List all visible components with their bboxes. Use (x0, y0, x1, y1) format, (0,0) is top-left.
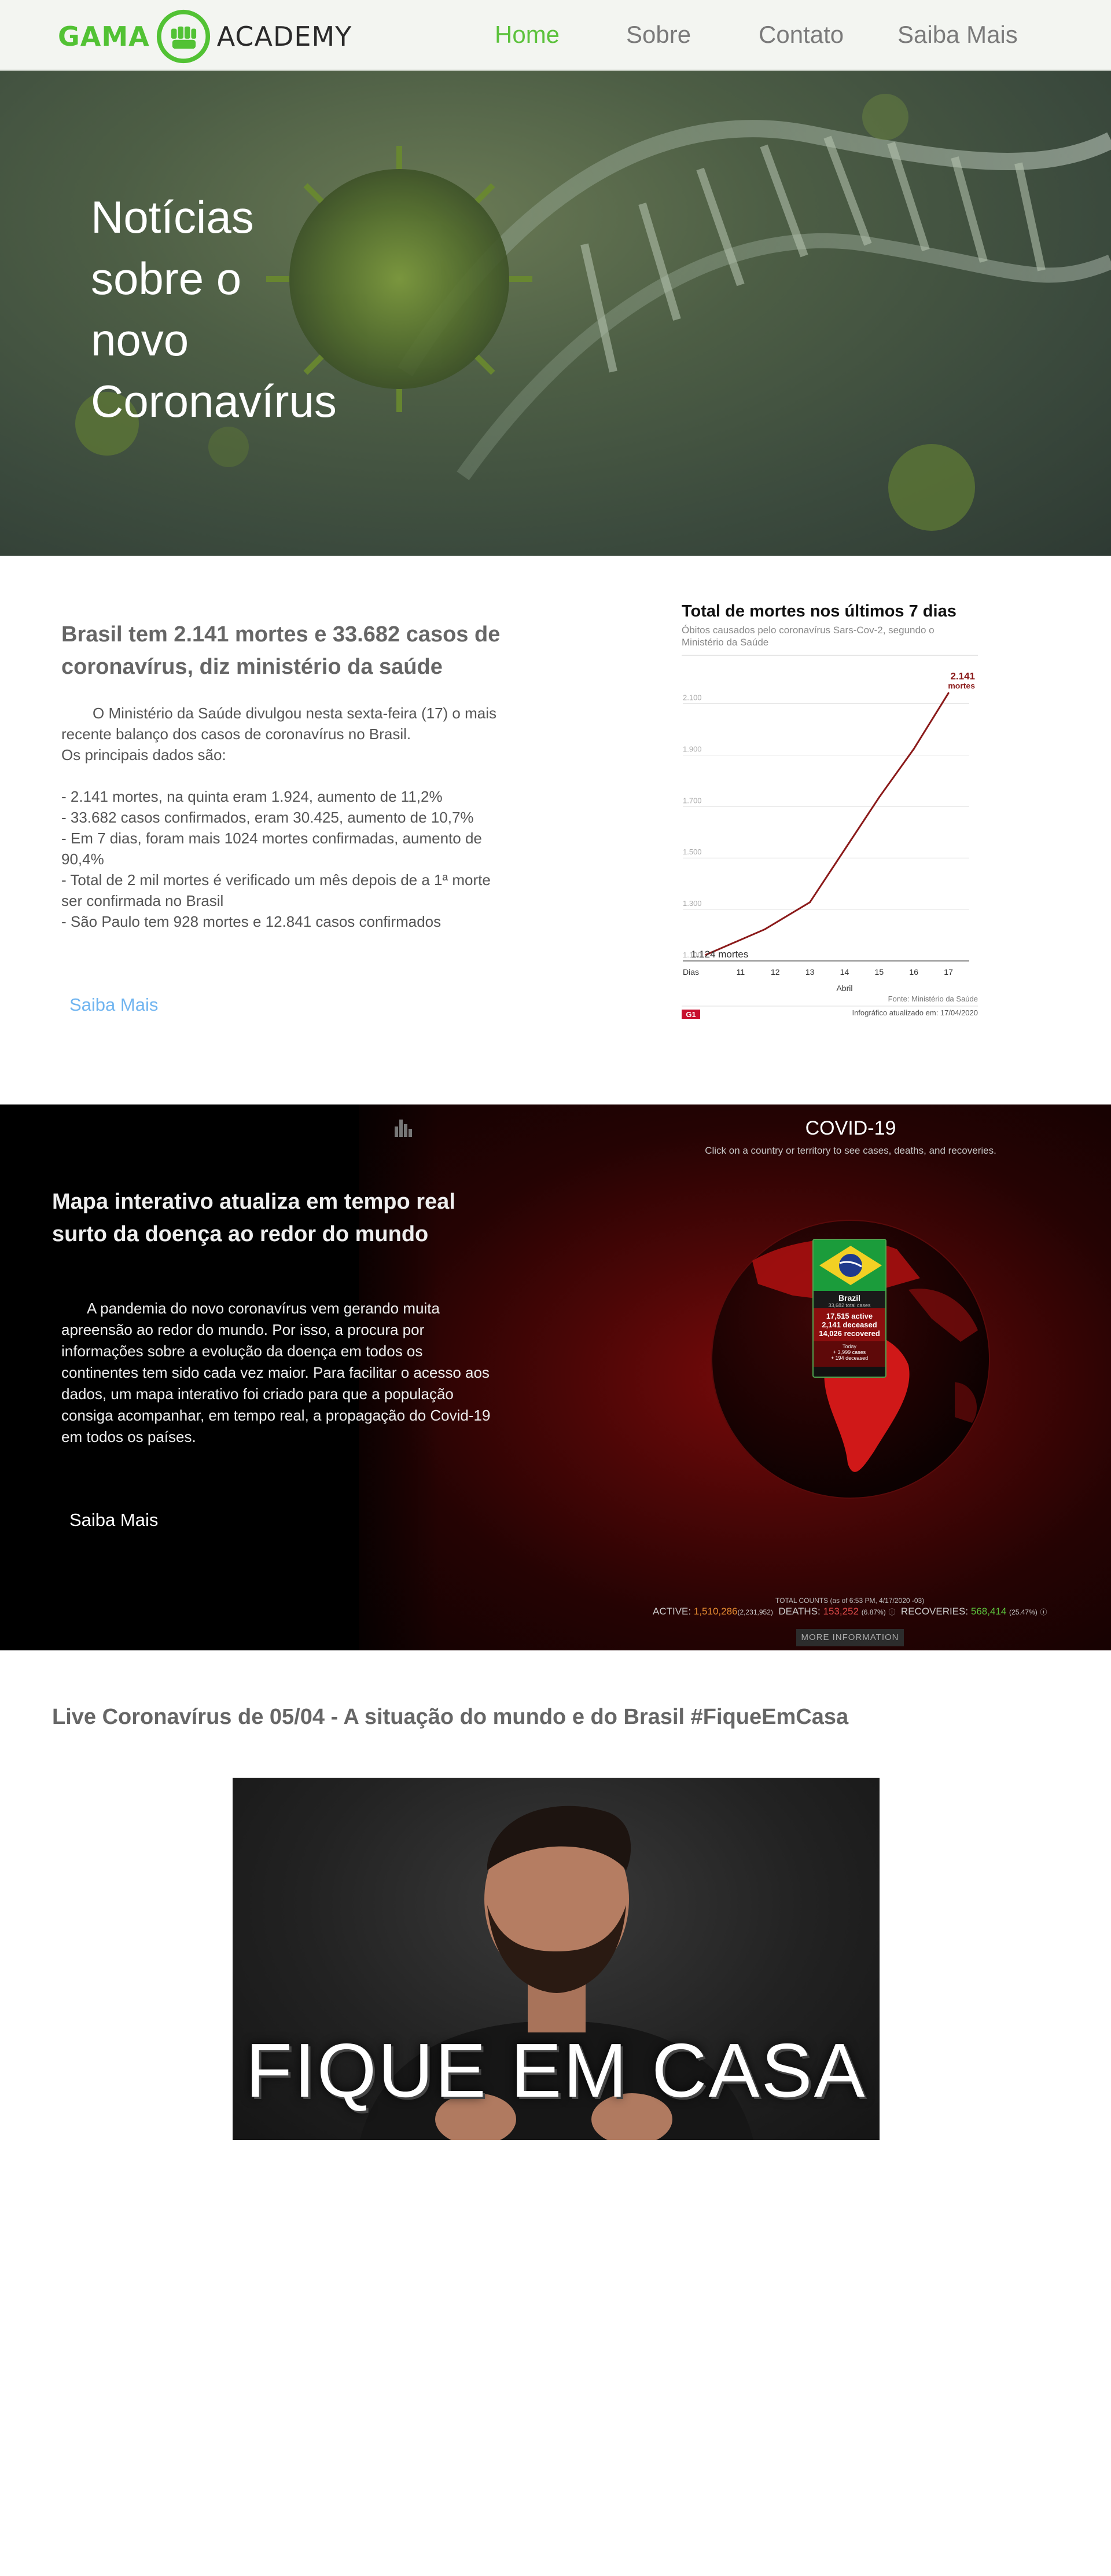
nav-menu: Home Sobre Contato Saiba Mais (0, 21, 1111, 56)
chart-xtick-label: 16 (909, 967, 918, 977)
total-counts: ACTIVE: 1,510,286(2,231,952) DEATHS: 153… (653, 1606, 1047, 1617)
hero-title-line: novo (91, 314, 189, 365)
news-bullet: - São Paulo tem 928 mortes e 12.841 caso… (61, 913, 442, 930)
deaths-pct: (6.87%) (861, 1608, 886, 1616)
chart-ytick-label: 1.700 (683, 796, 702, 805)
popup-active: 17,515 active (826, 1312, 873, 1320)
active-extra: (2,231,952) (737, 1608, 773, 1616)
hero-title-line: Notícias (91, 192, 254, 243)
news-bullet: - Em 7 dias, foram mais 1024 mortes conf… (61, 830, 482, 868)
news-bullet: - 2.141 mortes, na quinta eram 1.924, au… (61, 788, 443, 805)
chart-start-label: 1.124 mortes (691, 949, 748, 960)
map-body: A pandemia do novo coronavírus vem geran… (61, 1300, 491, 1445)
popup-deceased: 2,141 deceased (822, 1320, 877, 1329)
news-body: O Ministério da Saúde divulgou nesta sex… (61, 703, 501, 932)
chart-xlabel: Abril (836, 984, 852, 993)
navbar: GAMA ACADEMY Home Sobre Contato Saiba Ma… (0, 0, 1111, 71)
live-heading: Live Coronavírus de 05/04 - A situação d… (52, 1705, 849, 1729)
bar-chart-icon[interactable] (392, 1116, 415, 1139)
info-icon[interactable]: ⓘ (1040, 1608, 1047, 1616)
chart-x-prefix: Dias (683, 967, 699, 977)
g1-logo-text: G1 (686, 1010, 696, 1019)
map-saiba-mais-link[interactable]: Saiba Mais (69, 1510, 158, 1531)
live-section: Live Coronavírus de 05/04 - A situação d… (0, 1650, 1111, 2576)
chart-xtick-label: 15 (875, 967, 884, 977)
chart-end-value: 2.141 (950, 670, 975, 681)
news-section: Brasil tem 2.141 mortes e 33.682 casos d… (0, 556, 1111, 1104)
popup-total: 33,682 total cases (828, 1302, 871, 1308)
popup-new-cases: + 3,999 cases (833, 1349, 866, 1355)
deaths-chart: Total de mortes nos últimos 7 dias Óbito… (677, 602, 989, 1019)
recoveries-value: 568,414 (970, 1606, 1007, 1617)
chart-xtick-label: 14 (840, 967, 849, 977)
hero-title-line: Coronavírus (91, 376, 337, 427)
news-saiba-mais-link[interactable]: Saiba Mais (69, 995, 158, 1015)
country-popup[interactable]: Brazil 33,682 total cases 17,515 active … (812, 1239, 886, 1378)
hero-title-line: sobre o (91, 253, 242, 304)
video-caption: FIQUE EM CASA (245, 2028, 867, 2113)
chart-point (843, 849, 845, 851)
chart-point (947, 692, 950, 694)
popup-today: Today (842, 1344, 857, 1349)
chart-ytick-label: 2.100 (683, 693, 702, 702)
chart-xtick-label: 11 (737, 967, 745, 977)
chart-updated: Infográfico atualizado em: 17/04/2020 (852, 1008, 978, 1017)
chart-xtick-label: 12 (771, 967, 780, 977)
news-lead: Os principais dados são: (61, 746, 226, 764)
recoveries-label: RECOVERIES: (900, 1606, 969, 1617)
recoveries-pct: (25.47%) (1009, 1608, 1038, 1616)
deaths-value: 153,252 (823, 1606, 859, 1617)
nav-link-sobre[interactable]: Sobre (626, 21, 691, 49)
chart-xtick-label: 17 (944, 967, 953, 977)
nav-link-contato[interactable]: Contato (759, 21, 844, 49)
covid-widget-title: COVID-19 (805, 1117, 896, 1139)
chart-point (878, 796, 880, 798)
hero-title: Notícias sobre o novo Coronavírus (91, 186, 438, 432)
chart-series-line (705, 692, 950, 956)
chart-ytick-label: 1.300 (683, 899, 702, 908)
news-intro: O Ministério da Saúde divulgou nesta sex… (61, 704, 497, 743)
popup-new-deaths: + 194 deceased (830, 1355, 869, 1361)
chart-xtick-label: 13 (805, 967, 815, 977)
map-heading: Mapa interativo atualiza em tempo real s… (52, 1190, 455, 1246)
video-player[interactable]: FIQUE EM CASA (233, 1778, 880, 2140)
more-information-button[interactable]: MORE INFORMATION (796, 1629, 904, 1646)
news-bullet: - Total de 2 mil mortes é verificado um … (61, 871, 491, 909)
map-section: Mapa interativo atualiza em tempo real s… (0, 1104, 1111, 1650)
active-label: ACTIVE: (653, 1606, 691, 1617)
chart-point (809, 901, 811, 904)
chart-end-unit: mortes (948, 681, 975, 690)
active-value: 1,510,286 (693, 1606, 738, 1617)
news-bullet: - 33.682 casos confirmados, eram 30.425,… (61, 809, 474, 826)
nav-link-saiba-mais[interactable]: Saiba Mais (897, 21, 1018, 49)
brazil-flag-icon (814, 1240, 885, 1291)
chart-ytick-label: 1.900 (683, 744, 702, 753)
counts-caption: TOTAL COUNTS (as of 6:53 PM, 4/17/2020 -… (775, 1597, 925, 1605)
popup-country: Brazil (838, 1293, 861, 1302)
covid-widget-subtitle: Click on a country or territory to see c… (705, 1145, 996, 1156)
deaths-label: DEATHS: (778, 1606, 821, 1617)
info-icon[interactable]: ⓘ (888, 1608, 895, 1616)
popup-recovered: 14,026 recovered (819, 1329, 880, 1338)
chart-ytick-label: 1.500 (683, 847, 702, 856)
news-heading: Brasil tem 2.141 mortes e 33.682 casos d… (61, 622, 501, 679)
chart-point (764, 928, 766, 930)
hero-banner: Notícias sobre o novo Coronavírus (0, 71, 1111, 556)
nav-link-home[interactable]: Home (495, 21, 560, 49)
chart-source: Fonte: Ministério da Saúde (888, 995, 978, 1003)
chart-point (913, 748, 915, 750)
chart-plot: 1.1001.3001.5001.7001.9002.100Dias 11 12 13… (682, 655, 978, 1019)
